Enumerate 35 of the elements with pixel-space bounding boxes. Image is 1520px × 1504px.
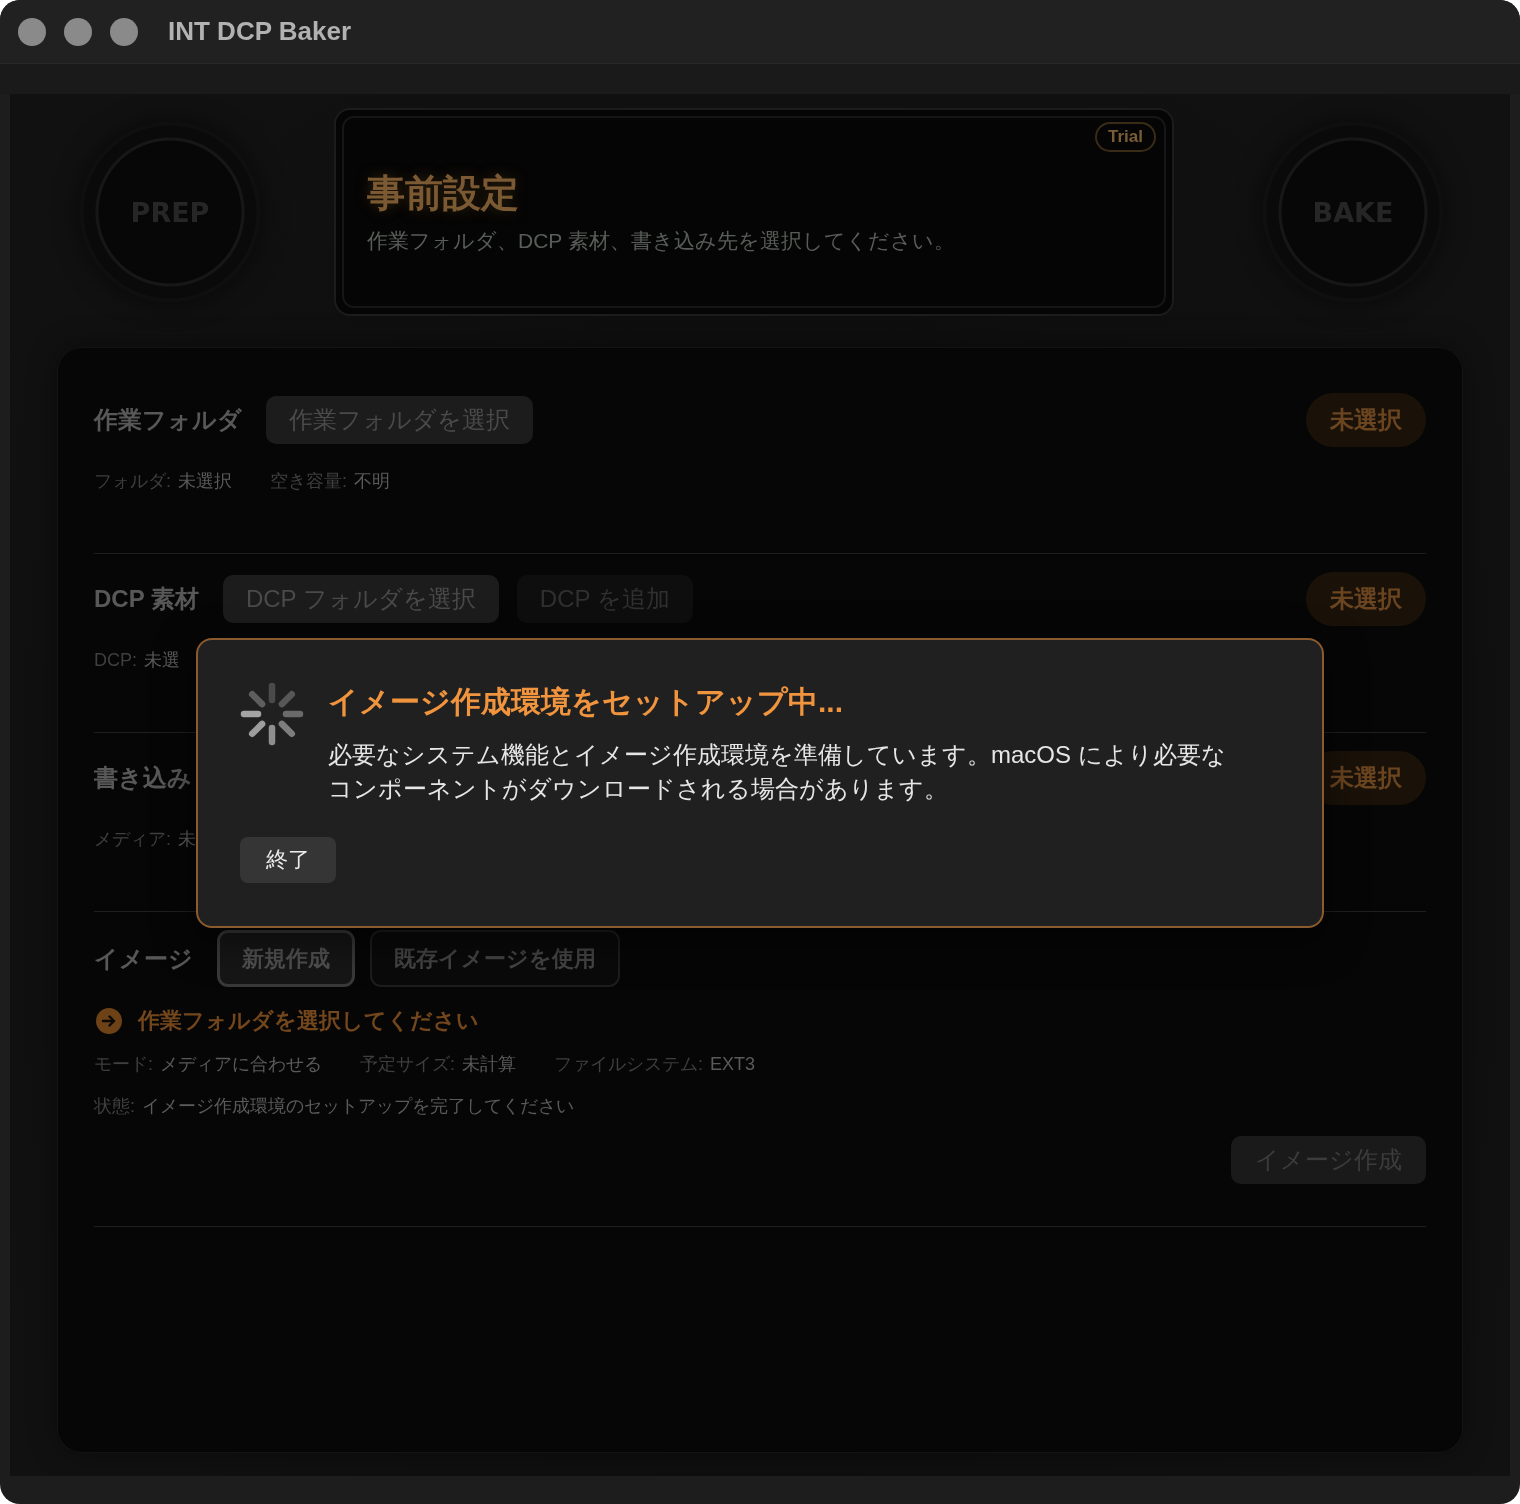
minimize-button[interactable] xyxy=(64,17,92,46)
info-value: 未 xyxy=(178,829,196,849)
loading-spinner-icon xyxy=(240,682,304,746)
hint-text: 作業フォルダを選択してください xyxy=(138,1007,479,1035)
info-label: フォルダ: xyxy=(94,471,171,491)
status-subtitle: 作業フォルダ、DCP 素材、書き込み先を選択してください。 xyxy=(367,229,955,253)
dialog-title: イメージ作成環境をセットアップ中... xyxy=(328,684,843,720)
status-title: 事前設定 xyxy=(367,171,519,215)
status-badge: 未選択 xyxy=(1306,572,1426,626)
info-label: 空き容量: xyxy=(270,471,348,491)
info-label: 状態: xyxy=(94,1096,135,1116)
info-value: メディアに合わせる xyxy=(160,1054,322,1074)
info-label: モード: xyxy=(94,1054,153,1074)
quit-button[interactable]: 終了 xyxy=(240,837,336,883)
section-label: DCP 素材 xyxy=(94,584,199,614)
info-label: 予定サイズ: xyxy=(360,1054,456,1074)
mode-option[interactable]: 新規作成 xyxy=(217,930,355,987)
info-label: ファイルシステム: xyxy=(554,1054,704,1074)
section-label: 作業フォルダ xyxy=(94,405,242,435)
info-value: イメージ作成環境のセットアップを完了してください xyxy=(142,1096,574,1116)
arrow-circle-icon xyxy=(96,1008,122,1034)
info-value: 未計算 xyxy=(462,1054,517,1074)
window-title: INT DCP Baker xyxy=(168,16,352,47)
info-label: DCP: xyxy=(94,650,137,670)
zoom-button[interactable] xyxy=(110,17,138,46)
info-value: EXT3 xyxy=(710,1054,756,1074)
trial-badge: Trial xyxy=(1095,122,1156,152)
info-value: 不明 xyxy=(354,471,391,491)
section-label: 書き込み xyxy=(94,763,192,793)
status-badge: 未選択 xyxy=(1306,393,1426,447)
info-value: 未選択 xyxy=(178,471,232,491)
dialog-message: 必要なシステム機能とイメージ作成環境を準備しています。macOS により必要なコンポーネントがダウンロードされる場合があります。 xyxy=(328,740,1227,804)
section-label: イメージ xyxy=(94,943,193,974)
info-value: 未選 xyxy=(144,650,180,670)
close-button[interactable] xyxy=(18,17,46,46)
